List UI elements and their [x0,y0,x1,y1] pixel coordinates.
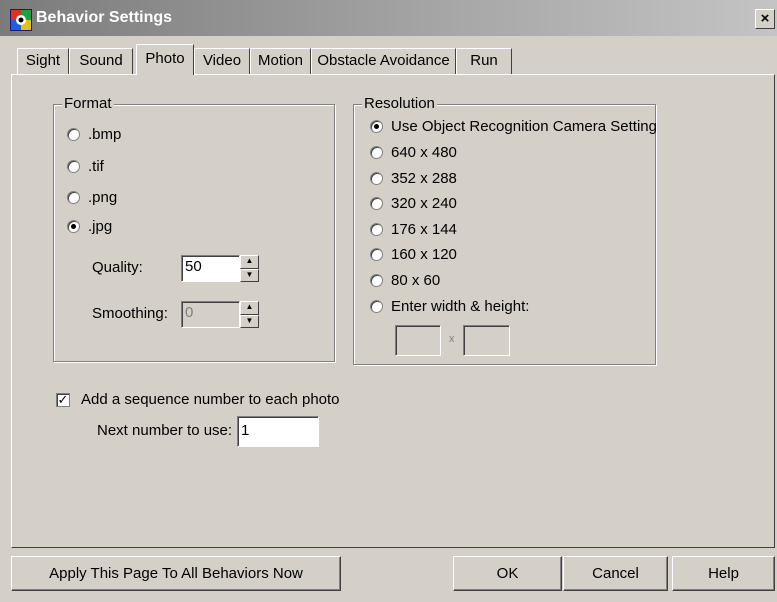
resolution-160x120-radio[interactable]: 160 x 120 [370,246,457,263]
resolution-176x144-radio[interactable]: 176 x 144 [370,221,457,238]
tab-obstacle-avoidance[interactable]: Obstacle Avoidance [311,48,456,74]
spin-up-icon[interactable]: ▲ [240,301,259,315]
tab-sound[interactable]: Sound [69,48,133,74]
quality-stepper[interactable]: ▲ ▼ [240,255,259,282]
close-button[interactable]: × [755,9,775,29]
sequence-number-label: Add a sequence number to each photo [81,391,340,408]
radio-indicator [370,274,383,287]
format-png-radio[interactable]: .png [67,189,117,206]
radio-indicator [370,120,383,133]
radio-indicator [370,248,383,261]
radio-indicator [370,197,383,210]
radio-indicator [370,223,383,236]
times-label: x [449,333,455,345]
smoothing-stepper[interactable]: ▲ ▼ [240,301,259,328]
app-icon [10,9,32,31]
resolution-352x288-radio[interactable]: 352 x 288 [370,170,457,187]
radio-label: 80 x 60 [391,272,441,289]
radio-label: .jpg [88,218,113,235]
tab-video[interactable]: Video [194,48,250,74]
radio-indicator [370,300,383,313]
quality-label: Quality: [92,259,143,276]
radio-label: 352 x 288 [391,170,457,187]
radio-indicator [67,191,80,204]
radio-label: 640 x 480 [391,144,457,161]
radio-indicator [370,172,383,185]
sequence-number-checkbox[interactable]: ✓ [56,393,70,407]
radio-label: Use Object Recognition Camera Setting [391,118,657,135]
tab-sight[interactable]: Sight [17,48,69,74]
tab-run[interactable]: Run [456,48,512,74]
format-bmp-radio[interactable]: .bmp [67,126,121,143]
radio-indicator [67,220,80,233]
smoothing-input[interactable]: 0 [181,301,240,328]
format-jpg-radio[interactable]: .jpg [67,218,112,235]
radio-indicator [370,146,383,159]
radio-label: 176 x 144 [391,221,457,238]
quality-input[interactable]: 50 [181,255,240,282]
radio-label: 160 x 120 [391,246,457,263]
radio-label: .tif [88,158,104,175]
radio-label: .bmp [88,126,122,143]
spin-up-icon[interactable]: ▲ [240,255,259,269]
resolution-camera-setting-radio[interactable]: Use Object Recognition Camera Setting [370,118,657,135]
title-bar: Behavior Settings × [0,0,777,36]
radio-label: Enter width & height: [391,298,530,315]
radio-indicator [67,128,80,141]
format-group-title: Format [62,95,114,113]
resolution-640x480-radio[interactable]: 640 x 480 [370,144,457,161]
window-title: Behavior Settings [36,9,173,26]
apply-all-behaviors-button[interactable]: Apply This Page To All Behaviors Now [11,556,341,591]
custom-width-input[interactable] [395,325,441,356]
ok-button[interactable]: OK [453,556,562,591]
help-button[interactable]: Help [672,556,775,591]
radio-label: .png [88,189,118,206]
resolution-group-title: Resolution [362,95,437,113]
format-tif-radio[interactable]: .tif [67,158,104,175]
resolution-80x60-radio[interactable]: 80 x 60 [370,272,440,289]
next-number-input[interactable]: 1 [237,416,319,447]
next-number-label: Next number to use: [97,422,233,439]
spin-down-icon[interactable]: ▼ [240,268,259,282]
resolution-custom-radio[interactable]: Enter width & height: [370,298,529,315]
tab-motion[interactable]: Motion [250,48,311,74]
custom-height-input[interactable] [463,325,510,356]
spin-down-icon[interactable]: ▼ [240,314,259,328]
resolution-320x240-radio[interactable]: 320 x 240 [370,195,457,212]
tab-photo[interactable]: Photo [136,44,194,75]
cancel-button[interactable]: Cancel [563,556,668,591]
smoothing-label: Smoothing: [92,305,168,322]
radio-label: 320 x 240 [391,195,457,212]
radio-indicator [67,160,80,173]
